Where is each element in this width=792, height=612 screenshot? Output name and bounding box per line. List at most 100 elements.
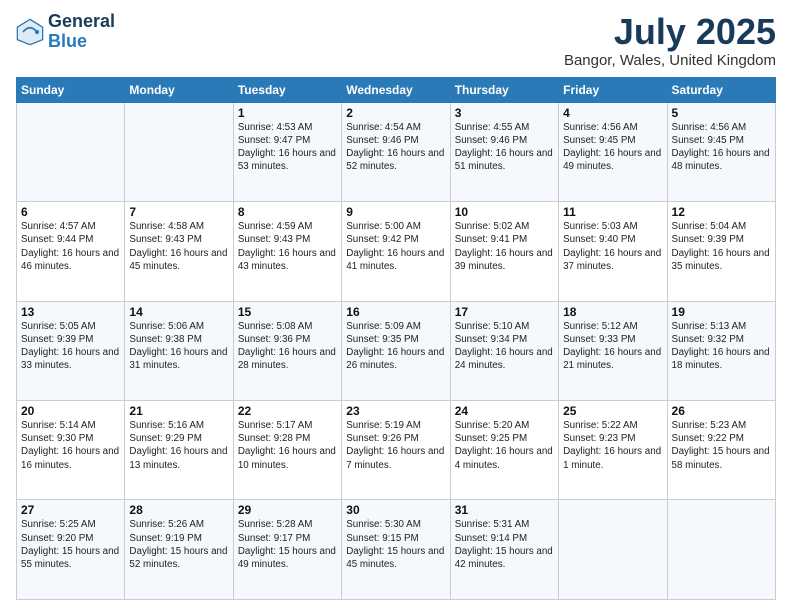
day-number: 15: [238, 305, 337, 319]
day-number: 14: [129, 305, 228, 319]
day-info: Sunrise: 5:31 AM Sunset: 9:14 PM Dayligh…: [455, 518, 554, 571]
weekday-header-tuesday: Tuesday: [233, 77, 341, 102]
day-number: 8: [238, 205, 337, 219]
day-info: Sunrise: 4:53 AM Sunset: 9:47 PM Dayligh…: [238, 121, 337, 174]
calendar-cell: 4Sunrise: 4:56 AM Sunset: 9:45 PM Daylig…: [559, 102, 667, 201]
calendar-cell: 5Sunrise: 4:56 AM Sunset: 9:45 PM Daylig…: [667, 102, 775, 201]
day-info: Sunrise: 5:10 AM Sunset: 9:34 PM Dayligh…: [455, 320, 554, 373]
day-number: 17: [455, 305, 554, 319]
day-number: 4: [563, 106, 662, 120]
calendar-cell: 8Sunrise: 4:59 AM Sunset: 9:43 PM Daylig…: [233, 202, 341, 301]
day-number: 23: [346, 404, 445, 418]
logo-line1: General: [48, 12, 115, 32]
day-number: 12: [672, 205, 771, 219]
day-info: Sunrise: 5:28 AM Sunset: 9:17 PM Dayligh…: [238, 518, 337, 571]
day-info: Sunrise: 5:02 AM Sunset: 9:41 PM Dayligh…: [455, 220, 554, 273]
logo-text: General Blue: [48, 12, 115, 52]
day-number: 13: [21, 305, 120, 319]
location: Bangor, Wales, United Kingdom: [564, 52, 776, 69]
day-info: Sunrise: 4:54 AM Sunset: 9:46 PM Dayligh…: [346, 121, 445, 174]
day-number: 5: [672, 106, 771, 120]
day-info: Sunrise: 4:56 AM Sunset: 9:45 PM Dayligh…: [563, 121, 662, 174]
calendar-cell: 12Sunrise: 5:04 AM Sunset: 9:39 PM Dayli…: [667, 202, 775, 301]
calendar-cell: 22Sunrise: 5:17 AM Sunset: 9:28 PM Dayli…: [233, 401, 341, 500]
day-number: 16: [346, 305, 445, 319]
calendar-cell: 26Sunrise: 5:23 AM Sunset: 9:22 PM Dayli…: [667, 401, 775, 500]
day-number: 10: [455, 205, 554, 219]
day-info: Sunrise: 5:30 AM Sunset: 9:15 PM Dayligh…: [346, 518, 445, 571]
calendar-cell: 29Sunrise: 5:28 AM Sunset: 9:17 PM Dayli…: [233, 500, 341, 600]
calendar-row-1: 1Sunrise: 4:53 AM Sunset: 9:47 PM Daylig…: [17, 102, 776, 201]
calendar-cell: 10Sunrise: 5:02 AM Sunset: 9:41 PM Dayli…: [450, 202, 558, 301]
day-number: 18: [563, 305, 662, 319]
day-info: Sunrise: 5:17 AM Sunset: 9:28 PM Dayligh…: [238, 419, 337, 472]
logo: General Blue: [16, 12, 115, 52]
calendar-cell: 31Sunrise: 5:31 AM Sunset: 9:14 PM Dayli…: [450, 500, 558, 600]
calendar-cell: 6Sunrise: 4:57 AM Sunset: 9:44 PM Daylig…: [17, 202, 125, 301]
weekday-header-wednesday: Wednesday: [342, 77, 450, 102]
day-info: Sunrise: 5:12 AM Sunset: 9:33 PM Dayligh…: [563, 320, 662, 373]
day-info: Sunrise: 5:22 AM Sunset: 9:23 PM Dayligh…: [563, 419, 662, 472]
day-info: Sunrise: 5:05 AM Sunset: 9:39 PM Dayligh…: [21, 320, 120, 373]
weekday-header-thursday: Thursday: [450, 77, 558, 102]
day-number: 7: [129, 205, 228, 219]
day-number: 11: [563, 205, 662, 219]
page: General Blue July 2025 Bangor, Wales, Un…: [0, 0, 792, 612]
day-number: 29: [238, 503, 337, 517]
weekday-header-friday: Friday: [559, 77, 667, 102]
day-number: 27: [21, 503, 120, 517]
calendar-table: SundayMondayTuesdayWednesdayThursdayFrid…: [16, 77, 776, 600]
calendar-cell: 7Sunrise: 4:58 AM Sunset: 9:43 PM Daylig…: [125, 202, 233, 301]
day-info: Sunrise: 5:26 AM Sunset: 9:19 PM Dayligh…: [129, 518, 228, 571]
calendar-cell: [667, 500, 775, 600]
calendar-cell: 1Sunrise: 4:53 AM Sunset: 9:47 PM Daylig…: [233, 102, 341, 201]
day-number: 1: [238, 106, 337, 120]
day-number: 28: [129, 503, 228, 517]
logo-icon: [16, 18, 44, 46]
day-number: 2: [346, 106, 445, 120]
day-info: Sunrise: 5:25 AM Sunset: 9:20 PM Dayligh…: [21, 518, 120, 571]
weekday-header-row: SundayMondayTuesdayWednesdayThursdayFrid…: [17, 77, 776, 102]
day-info: Sunrise: 5:04 AM Sunset: 9:39 PM Dayligh…: [672, 220, 771, 273]
calendar-cell: 17Sunrise: 5:10 AM Sunset: 9:34 PM Dayli…: [450, 301, 558, 400]
calendar-cell: 20Sunrise: 5:14 AM Sunset: 9:30 PM Dayli…: [17, 401, 125, 500]
calendar-cell: 27Sunrise: 5:25 AM Sunset: 9:20 PM Dayli…: [17, 500, 125, 600]
calendar-row-3: 13Sunrise: 5:05 AM Sunset: 9:39 PM Dayli…: [17, 301, 776, 400]
day-number: 3: [455, 106, 554, 120]
day-number: 20: [21, 404, 120, 418]
day-info: Sunrise: 4:55 AM Sunset: 9:46 PM Dayligh…: [455, 121, 554, 174]
calendar-cell: 24Sunrise: 5:20 AM Sunset: 9:25 PM Dayli…: [450, 401, 558, 500]
day-info: Sunrise: 5:14 AM Sunset: 9:30 PM Dayligh…: [21, 419, 120, 472]
calendar-cell: [125, 102, 233, 201]
header: General Blue July 2025 Bangor, Wales, Un…: [16, 12, 776, 69]
day-info: Sunrise: 5:09 AM Sunset: 9:35 PM Dayligh…: [346, 320, 445, 373]
day-number: 24: [455, 404, 554, 418]
title-block: July 2025 Bangor, Wales, United Kingdom: [564, 12, 776, 69]
month-title: July 2025: [564, 12, 776, 52]
day-info: Sunrise: 5:00 AM Sunset: 9:42 PM Dayligh…: [346, 220, 445, 273]
calendar-cell: 3Sunrise: 4:55 AM Sunset: 9:46 PM Daylig…: [450, 102, 558, 201]
calendar-cell: 9Sunrise: 5:00 AM Sunset: 9:42 PM Daylig…: [342, 202, 450, 301]
day-info: Sunrise: 5:08 AM Sunset: 9:36 PM Dayligh…: [238, 320, 337, 373]
day-number: 6: [21, 205, 120, 219]
calendar-cell: 30Sunrise: 5:30 AM Sunset: 9:15 PM Dayli…: [342, 500, 450, 600]
day-info: Sunrise: 5:16 AM Sunset: 9:29 PM Dayligh…: [129, 419, 228, 472]
day-number: 19: [672, 305, 771, 319]
day-number: 30: [346, 503, 445, 517]
day-info: Sunrise: 4:57 AM Sunset: 9:44 PM Dayligh…: [21, 220, 120, 273]
calendar-cell: 23Sunrise: 5:19 AM Sunset: 9:26 PM Dayli…: [342, 401, 450, 500]
day-info: Sunrise: 4:58 AM Sunset: 9:43 PM Dayligh…: [129, 220, 228, 273]
day-number: 25: [563, 404, 662, 418]
calendar-row-5: 27Sunrise: 5:25 AM Sunset: 9:20 PM Dayli…: [17, 500, 776, 600]
day-number: 9: [346, 205, 445, 219]
calendar-cell: 28Sunrise: 5:26 AM Sunset: 9:19 PM Dayli…: [125, 500, 233, 600]
day-info: Sunrise: 4:56 AM Sunset: 9:45 PM Dayligh…: [672, 121, 771, 174]
day-info: Sunrise: 4:59 AM Sunset: 9:43 PM Dayligh…: [238, 220, 337, 273]
day-info: Sunrise: 5:23 AM Sunset: 9:22 PM Dayligh…: [672, 419, 771, 472]
calendar-cell: 2Sunrise: 4:54 AM Sunset: 9:46 PM Daylig…: [342, 102, 450, 201]
calendar-cell: [17, 102, 125, 201]
calendar-cell: 15Sunrise: 5:08 AM Sunset: 9:36 PM Dayli…: [233, 301, 341, 400]
calendar-cell: 19Sunrise: 5:13 AM Sunset: 9:32 PM Dayli…: [667, 301, 775, 400]
day-info: Sunrise: 5:13 AM Sunset: 9:32 PM Dayligh…: [672, 320, 771, 373]
day-number: 22: [238, 404, 337, 418]
